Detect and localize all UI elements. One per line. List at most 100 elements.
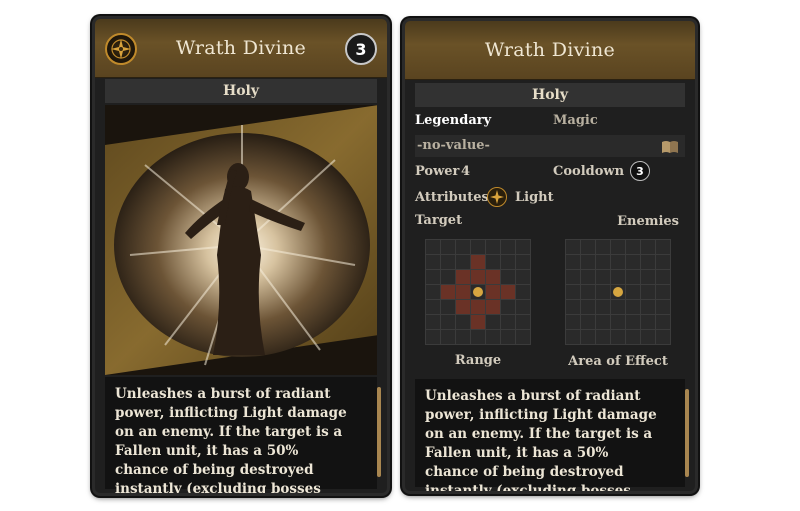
grid-cell [516, 330, 530, 344]
grid-cell [501, 255, 515, 269]
grid-cell [626, 315, 640, 329]
grid-cell [581, 270, 595, 284]
type-label: Magic [553, 113, 598, 128]
target-value: Enemies [617, 214, 679, 229]
grid-cell [581, 300, 595, 314]
power-value: 4 [461, 164, 471, 179]
area-of-effect-grid [565, 239, 671, 345]
grid-cell [656, 240, 670, 254]
grid-cell [456, 240, 470, 254]
grid-cell [641, 285, 655, 299]
grid-cell [501, 330, 515, 344]
grid-cell [656, 285, 670, 299]
card-title-bar: Wrath Divine 3 [95, 19, 387, 78]
grid-cell [516, 240, 530, 254]
power-label: Power [415, 164, 460, 179]
grid-cell [641, 330, 655, 344]
target-label: Target [415, 213, 463, 228]
grid-cell [656, 315, 670, 329]
range-label: Range [454, 353, 502, 368]
grid-cell [426, 240, 440, 254]
grid-cell [596, 315, 610, 329]
grid-cell [426, 285, 440, 299]
cost-badge: 3 [345, 33, 377, 65]
grid-cell [611, 270, 625, 284]
grid-cell [626, 300, 640, 314]
grid-cell [626, 255, 640, 269]
rarity-label: Legendary [415, 113, 492, 128]
grid-cell [641, 255, 655, 269]
spell-card-front[interactable]: Wrath Divine 3 Holy Unleashes a burst of… [92, 16, 390, 496]
card-title-bar: Wrath Divine [405, 21, 695, 80]
description-scrollbar[interactable] [685, 389, 689, 477]
grid-cell [456, 330, 470, 344]
grid-cell [566, 255, 580, 269]
grid-cell [441, 240, 455, 254]
grid-cell [486, 285, 500, 299]
grid-cell [456, 285, 470, 299]
grid-cell [656, 330, 670, 344]
school-label: Holy [415, 83, 685, 107]
flavor-value: -no-value- [417, 138, 490, 153]
grid-cell [471, 255, 485, 269]
grid-cell [501, 300, 515, 314]
grid-cell [641, 315, 655, 329]
grid-cell [501, 285, 515, 299]
grid-cell [426, 255, 440, 269]
grid-cell [426, 330, 440, 344]
card-description: Unleashes a burst of radiant power, infl… [415, 379, 685, 491]
grid-cell [566, 330, 580, 344]
grid-cell [596, 240, 610, 254]
spell-card-details[interactable]: Wrath Divine Holy Legendary Magic -no-va… [402, 18, 698, 494]
grid-cell [426, 315, 440, 329]
attributes-label: Attributes [415, 190, 489, 205]
light-compass-icon [487, 187, 507, 207]
grid-cell [566, 270, 580, 284]
grid-cell [596, 330, 610, 344]
grid-cell [581, 315, 595, 329]
attribute-value: Light [515, 190, 554, 205]
grid-cell [566, 240, 580, 254]
range-grid [425, 239, 531, 345]
grid-cell [441, 255, 455, 269]
grid-cell [516, 270, 530, 284]
grid-cell [596, 270, 610, 284]
grid-cell [471, 330, 485, 344]
grid-cell [626, 285, 640, 299]
grid-cell [471, 300, 485, 314]
grid-cell [611, 300, 625, 314]
grid-cell [486, 240, 500, 254]
grid-cell [596, 255, 610, 269]
description-scrollbar[interactable] [377, 387, 381, 477]
grid-cell [626, 330, 640, 344]
grid-cell [611, 315, 625, 329]
grid-cell [626, 270, 640, 284]
grid-cell [656, 300, 670, 314]
grid-cell [581, 255, 595, 269]
grid-cell [486, 315, 500, 329]
grid-cell [441, 300, 455, 314]
grid-cell [456, 300, 470, 314]
grid-cell [486, 330, 500, 344]
card-title: Wrath Divine [175, 37, 307, 59]
cooldown-label: Cooldown [553, 164, 625, 179]
grid-cell [486, 255, 500, 269]
grid-cell [581, 330, 595, 344]
grid-cell [486, 300, 500, 314]
grid-cell [471, 285, 485, 299]
grid-cell [501, 270, 515, 284]
grid-cell [596, 285, 610, 299]
grid-cell [611, 285, 625, 299]
grid-cell [566, 300, 580, 314]
card-description: Unleashes a burst of radiant power, infl… [105, 377, 377, 493]
grid-cell [471, 240, 485, 254]
open-book-icon[interactable] [661, 139, 679, 158]
grid-cell [471, 315, 485, 329]
grid-cell [441, 330, 455, 344]
grid-cell [611, 330, 625, 344]
grid-cell [441, 270, 455, 284]
grid-cell [471, 270, 485, 284]
grid-cell [516, 315, 530, 329]
grid-cell [516, 285, 530, 299]
grid-cell [456, 315, 470, 329]
